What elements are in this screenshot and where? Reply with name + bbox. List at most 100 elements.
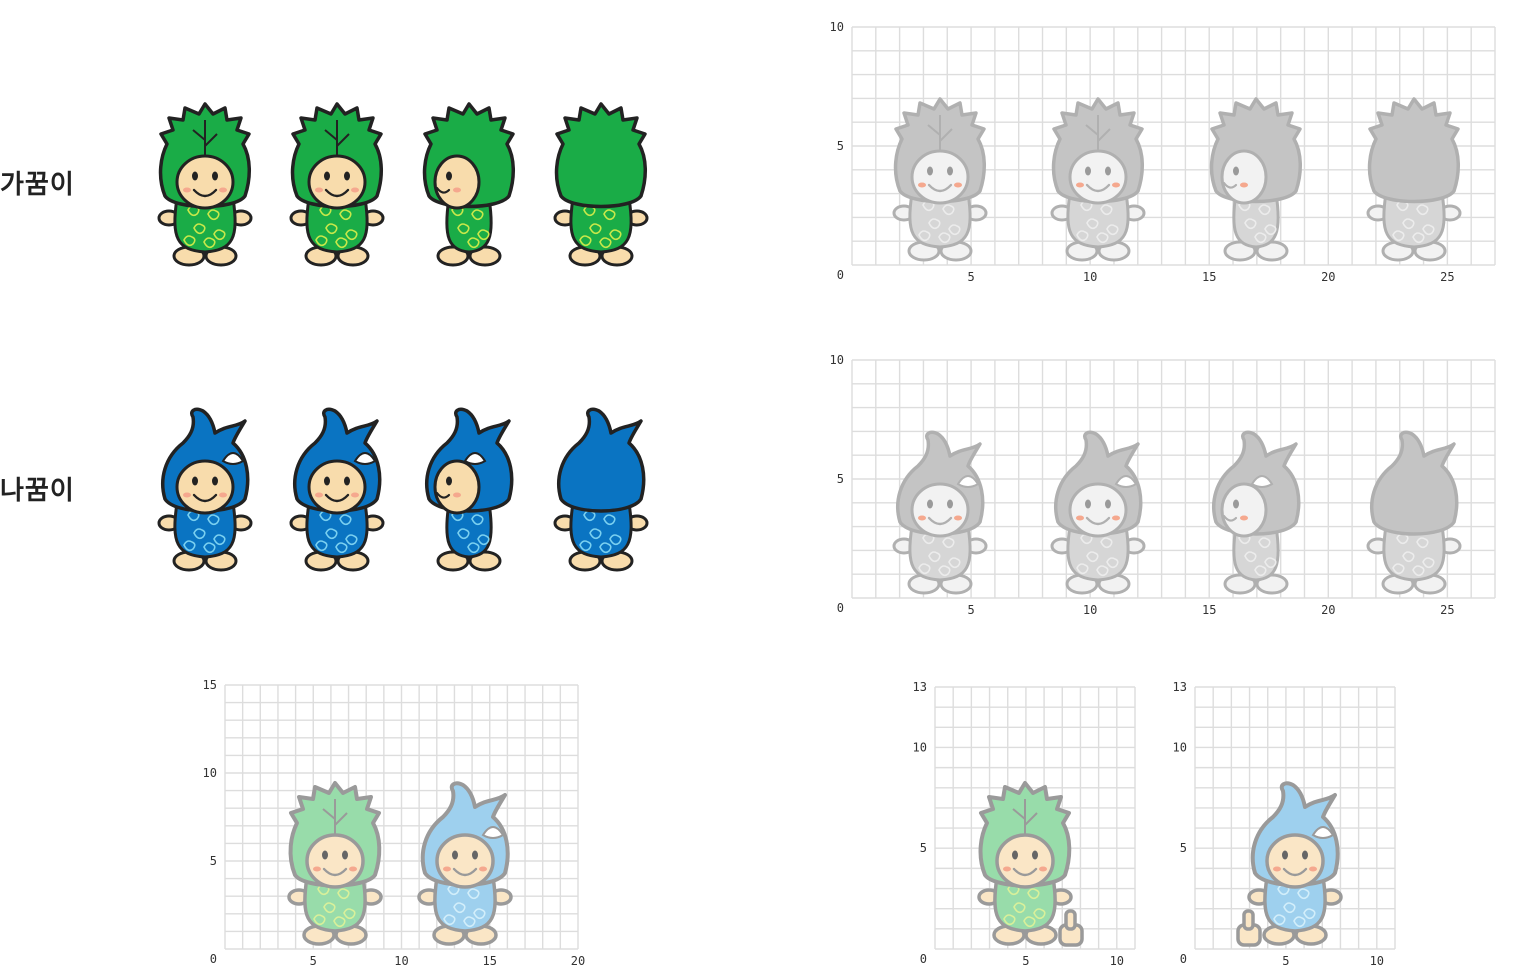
- y-tick-label: 13: [1173, 680, 1187, 694]
- eye: [472, 850, 478, 860]
- eye: [212, 171, 218, 181]
- x-tick-label: 5: [967, 270, 974, 284]
- character-label-nakkumi: 나꿈이: [0, 476, 75, 506]
- head: [1051, 97, 1144, 205]
- face: [1220, 482, 1268, 538]
- x-tick-label: 5: [1282, 954, 1289, 967]
- y-tick-label: 0: [837, 601, 844, 615]
- face: [307, 459, 367, 515]
- face: [175, 154, 235, 210]
- eye: [947, 499, 953, 509]
- y-tick-label: 0: [1180, 952, 1187, 966]
- eye: [344, 476, 350, 486]
- x-tick-label: 10: [1083, 603, 1097, 617]
- cheek: [1003, 866, 1011, 872]
- face: [910, 482, 970, 538]
- y-tick-label: 5: [837, 472, 844, 486]
- head: [554, 102, 647, 209]
- head: [158, 102, 251, 210]
- head: [425, 407, 514, 515]
- head: [1212, 430, 1301, 538]
- cheek: [315, 492, 323, 498]
- cheek: [479, 866, 487, 872]
- head: [293, 407, 382, 515]
- eye: [1012, 850, 1018, 860]
- head: [893, 97, 986, 205]
- cabbage-turnaround: [157, 102, 649, 267]
- x-tick-label: 20: [571, 954, 585, 967]
- gakkumi-pose: [157, 102, 253, 267]
- eye: [324, 171, 330, 181]
- faded-pose: [1212, 430, 1301, 595]
- x-tick-label: 10: [1110, 954, 1124, 967]
- pair-grid-sheet: 0 5 10 15 5 10 15 20: [203, 678, 586, 967]
- x-tick-label: 10: [394, 954, 408, 967]
- y-tick-label: 13: [913, 680, 927, 694]
- head: [422, 102, 515, 210]
- face: [1068, 149, 1128, 205]
- face: [305, 833, 365, 889]
- eye: [1032, 850, 1038, 860]
- droplet-turnaround: [157, 407, 649, 572]
- x-tick-label: 15: [1202, 270, 1216, 284]
- eye: [324, 476, 330, 486]
- eye: [1105, 166, 1111, 176]
- x-tick-label: 20: [1321, 270, 1335, 284]
- eye: [192, 171, 198, 181]
- droplet-hood: [557, 407, 646, 513]
- thumb: [1242, 909, 1255, 931]
- gakkumi-pose: [553, 102, 649, 267]
- nakkumi-pose: [425, 407, 514, 572]
- eye: [322, 850, 328, 860]
- cheek: [1309, 866, 1317, 872]
- cheek: [219, 187, 227, 193]
- cheek: [183, 187, 191, 193]
- face: [1068, 482, 1128, 538]
- cheek: [1273, 866, 1281, 872]
- x-tick-label: 20: [1321, 603, 1335, 617]
- y-tick-label: 5: [920, 841, 927, 855]
- eye: [1233, 166, 1239, 176]
- x-tick-label: 5: [967, 603, 974, 617]
- eye: [1085, 499, 1091, 509]
- x-tick-label: 5: [310, 954, 317, 967]
- y-tick-label: 15: [203, 678, 217, 692]
- gakkumi-pose: [289, 102, 385, 267]
- cheek: [954, 515, 962, 521]
- face: [1220, 149, 1268, 205]
- x-tick-label: 15: [483, 954, 497, 967]
- face: [433, 459, 481, 515]
- cheek: [1039, 866, 1047, 872]
- eye: [1105, 499, 1111, 509]
- cheek: [315, 187, 323, 193]
- eye: [344, 171, 350, 181]
- cheek: [313, 866, 321, 872]
- faded-pose: [1209, 97, 1302, 262]
- nakkumi-pose: [157, 407, 253, 572]
- x-tick-label: 25: [1440, 270, 1454, 284]
- cheek: [443, 866, 451, 872]
- thumbs-up-droplet-grid: 0 5 10 13 5 10: [1173, 680, 1396, 967]
- y-tick-label: 10: [1173, 740, 1187, 754]
- eye: [342, 850, 348, 860]
- cheek: [219, 492, 227, 498]
- cheek: [918, 182, 926, 188]
- eye: [1302, 850, 1308, 860]
- y-tick-label: 10: [203, 766, 217, 780]
- y-tick-label: 10: [830, 20, 844, 34]
- eye: [446, 476, 452, 486]
- y-tick-label: 5: [210, 854, 217, 868]
- faded-pose: [892, 430, 988, 595]
- eye: [1085, 166, 1091, 176]
- cabbage-leaf-hood: [554, 102, 647, 209]
- x-tick-label: 25: [1440, 603, 1454, 617]
- cheek: [183, 492, 191, 498]
- head: [557, 407, 646, 513]
- y-tick-label: 5: [837, 139, 844, 153]
- eye: [947, 166, 953, 176]
- head: [420, 781, 510, 889]
- nakkumi-faded: [417, 781, 513, 946]
- cheek: [1240, 515, 1248, 521]
- y-tick-label: 0: [210, 952, 217, 966]
- cheek: [1240, 182, 1248, 188]
